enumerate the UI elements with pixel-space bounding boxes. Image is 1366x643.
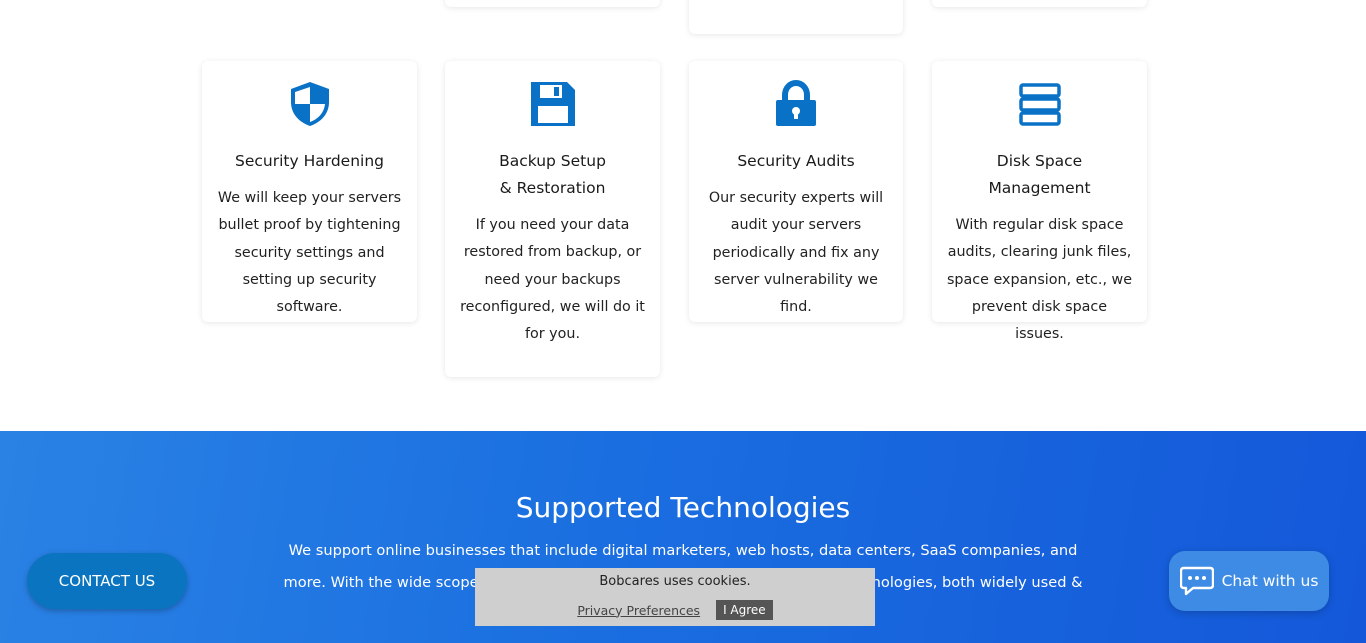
- service-card-security-audits: Security Audits Our security experts wil…: [689, 61, 903, 322]
- contact-us-label: CONTACT US: [58, 572, 156, 590]
- service-card-disk-space: Disk Space Management With regular disk …: [932, 61, 1147, 342]
- contact-us-button[interactable]: CONTACT US: [27, 553, 187, 609]
- card-partial-1: [445, 0, 660, 7]
- card-title: Disk Space Management: [988, 152, 1091, 197]
- lock-icon: [776, 80, 816, 126]
- chat-bubble-icon: [1179, 566, 1214, 596]
- card-partial-3: [932, 0, 1147, 7]
- card-description: We will keep your servers bullet proof b…: [217, 190, 402, 316]
- card-description: With regular disk space audits, clearing…: [946, 217, 1133, 343]
- card-partial-2: [689, 0, 903, 34]
- card-title: Backup Setup & Restoration: [499, 152, 606, 197]
- card-title: Security Audits: [737, 152, 855, 170]
- cookie-banner: Bobcares uses cookies. Privacy Preferenc…: [475, 568, 875, 626]
- service-card-backup: Backup Setup & Restoration If you need y…: [445, 61, 660, 377]
- section-title: Supported Technologies: [515, 491, 851, 524]
- agree-button[interactable]: I Agree: [716, 600, 773, 620]
- service-card-security-hardening: Security Hardening We will keep your ser…: [202, 61, 417, 322]
- card-description: If you need your data restored from back…: [460, 217, 645, 343]
- server-stack-icon: [1018, 83, 1061, 126]
- card-title: Security Hardening: [235, 152, 384, 170]
- chat-button[interactable]: Chat with us: [1169, 551, 1329, 611]
- floppy-disk-icon: [530, 82, 575, 126]
- chat-label: Chat with us: [1221, 572, 1319, 590]
- card-description: Our security experts will audit your ser…: [708, 190, 884, 316]
- cookie-message: Bobcares uses cookies.: [599, 574, 751, 589]
- privacy-preferences-link[interactable]: Privacy Preferences: [577, 603, 700, 618]
- shield-icon: [290, 82, 329, 126]
